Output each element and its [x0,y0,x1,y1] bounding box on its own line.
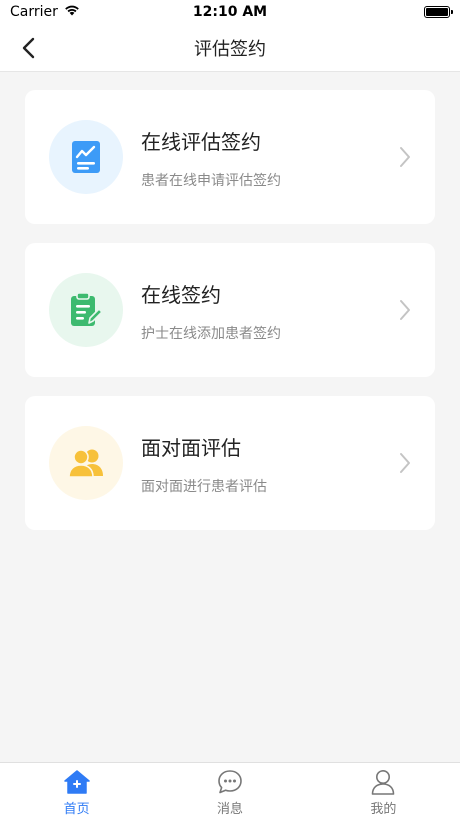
card-icon-wrap [49,273,123,347]
tab-label: 首页 [63,802,90,817]
card-title: 在线评估签约 [141,130,261,154]
carrier-label: Carrier [10,4,58,20]
card-icon-wrap [49,120,123,194]
chat-bubble-icon [218,770,242,794]
chevron-right-icon [400,147,410,167]
chevron-right-icon [400,300,410,320]
home-icon [63,770,90,794]
back-button[interactable] [14,34,42,62]
tab-home[interactable]: 首页 [0,763,153,818]
nav-bar: 评估签约 [0,24,460,72]
tab-icon [370,769,396,795]
tab-icon [217,769,243,795]
user-icon [372,770,395,795]
battery-icon [424,6,453,18]
tab-bar: 首页 消息 我的 [0,762,460,818]
tab-label: 消息 [216,802,243,817]
tab-messages[interactable]: 消息 [153,763,306,818]
tab-label: 我的 [370,802,397,817]
status-left: Carrier [10,4,80,20]
card-online-signing[interactable]: 在线签约 护士在线添加患者签约 [25,243,435,377]
status-bar: Carrier 12:10 AM [0,0,460,24]
card-title: 面对面评估 [141,436,241,460]
clipboard-edit-icon [71,292,103,326]
card-title: 在线签约 [141,283,221,307]
page-title: 评估签约 [194,38,266,60]
chevron-left-icon [22,37,35,59]
tab-icon [63,769,90,795]
tab-profile[interactable]: 我的 [307,763,460,818]
chart-document-icon [72,141,100,173]
card-face-to-face-assessment[interactable]: 面对面评估 面对面进行患者评估 [25,396,435,530]
chevron-right-icon [400,453,410,473]
card-icon-wrap [49,426,123,500]
users-icon [68,449,103,478]
screen: Carrier 12:10 AM 评估签约 在线评估签约 患者在线申请评估签约 … [0,0,460,818]
card-subtitle: 面对面进行患者评估 [141,479,267,495]
card-online-assessment-signing[interactable]: 在线评估签约 患者在线申请评估签约 [25,90,435,224]
card-subtitle: 护士在线添加患者签约 [141,326,281,342]
card-subtitle: 患者在线申请评估签约 [141,173,281,189]
battery-fill [426,8,448,16]
wifi-icon [64,4,80,20]
